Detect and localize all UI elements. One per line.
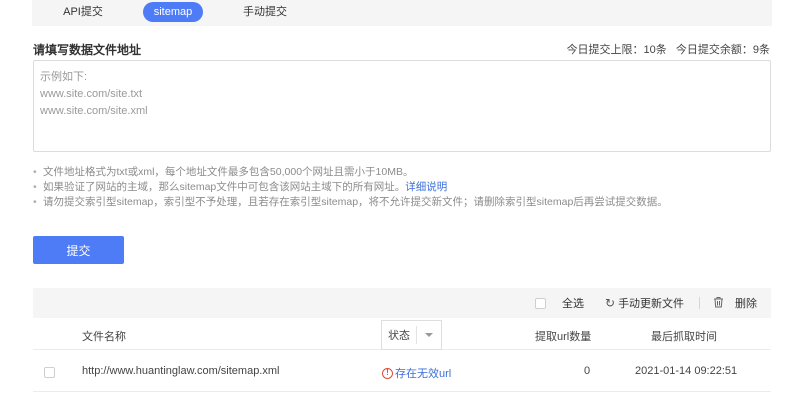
delete-label: 删除	[735, 298, 757, 310]
table-row: http://www.huantinglaw.com/sitemap.xml !…	[33, 350, 771, 392]
column-header-url-count: 提取url数量	[535, 331, 592, 343]
quota-limit: 今日提交上限：10条	[566, 44, 667, 56]
details-link[interactable]: 详细说明	[405, 181, 447, 193]
row-url-count: 0	[584, 365, 591, 377]
row-status-text: 存在无效url	[395, 368, 452, 380]
select-all-checkbox[interactable]	[535, 297, 546, 309]
row-status-link[interactable]: ! 存在无效url	[382, 365, 451, 381]
refresh-file-label: 手动更新文件	[618, 298, 685, 310]
sitemap-url-input[interactable]	[33, 60, 771, 152]
tab-api-submit[interactable]: API提交	[56, 2, 110, 22]
trash-icon	[713, 296, 724, 311]
refresh-icon: ↻	[605, 296, 616, 310]
tab-manual-submit[interactable]: 手动提交	[238, 2, 292, 22]
table-toolbar: 全选 ↻ 手动更新文件 删除	[33, 288, 771, 318]
tip-item: 如果验证了网站的主域，那么sitemap文件中可包含该网站主域下的所有网址。详细…	[33, 180, 668, 195]
chevron-down-icon	[417, 333, 441, 337]
column-header-status: 状态	[388, 330, 410, 342]
quota-remaining: 今日提交余额：9条	[675, 44, 770, 56]
tip-item: 请勿提交索引型sitemap，索引型不予处理，且若存在索引型sitemap，将不…	[33, 195, 668, 210]
status-filter-dropdown[interactable]: 状态	[381, 320, 442, 350]
column-header-file-name: 文件名称	[82, 331, 126, 343]
tip-text: 如果验证了网站的主域，那么sitemap文件中可包含该网站主域下的所有网址。	[43, 181, 406, 193]
form-label: 请填写数据文件地址	[33, 43, 142, 57]
refresh-file-button[interactable]: ↻ 手动更新文件	[605, 295, 684, 311]
quota-info: 今日提交上限：10条 今日提交余额：9条	[561, 41, 770, 57]
delete-button[interactable]: 删除	[713, 295, 757, 311]
row-last-crawl-time: 2021-01-14 09:22:51	[635, 365, 738, 377]
tab-sitemap[interactable]: sitemap	[143, 2, 203, 22]
submit-button[interactable]: 提交	[33, 236, 124, 264]
row-checkbox[interactable]	[44, 367, 55, 378]
select-all-control[interactable]: 全选	[535, 295, 584, 311]
table-header: 文件名称 状态 提取url数量 最后抓取时间	[33, 318, 771, 350]
select-all-label: 全选	[562, 298, 584, 310]
toolbar-divider	[699, 297, 700, 309]
warning-icon: !	[382, 367, 393, 379]
column-header-last-crawl-time: 最后抓取时间	[651, 331, 717, 343]
submission-method-tabs: API提交 sitemap 手动提交	[32, 0, 772, 26]
row-file-name: http://www.huantinglaw.com/sitemap.xml	[82, 365, 280, 377]
tip-item: 文件地址格式为txt或xml，每个地址文件最多包含50,000个网址且需小于10…	[33, 165, 668, 180]
tips-list: 文件地址格式为txt或xml，每个地址文件最多包含50,000个网址且需小于10…	[33, 165, 668, 210]
